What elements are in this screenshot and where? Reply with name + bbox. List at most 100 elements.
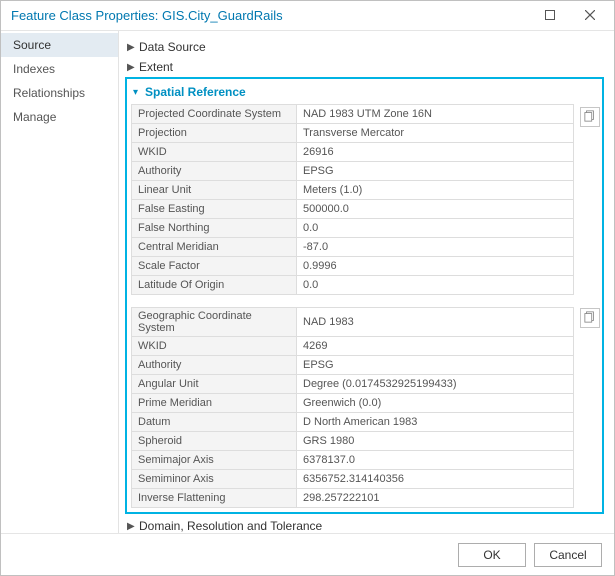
prop-key: Latitude Of Origin	[132, 276, 297, 295]
projected-table: Projected Coordinate SystemNAD 1983 UTM …	[131, 104, 574, 295]
prop-value: NAD 1983	[297, 308, 574, 337]
prop-key: Angular Unit	[132, 375, 297, 394]
prop-key: Inverse Flattening	[132, 489, 297, 508]
prop-key: Datum	[132, 413, 297, 432]
section-spatial-reference[interactable]: ▾ Spatial Reference	[131, 82, 598, 102]
table-row: Prime MeridianGreenwich (0.0)	[132, 394, 574, 413]
copy-projected-button[interactable]	[580, 107, 600, 127]
prop-key: Projected Coordinate System	[132, 105, 297, 124]
titlebar: Feature Class Properties: GIS.City_Guard…	[1, 1, 614, 31]
chevron-right-icon: ▶	[127, 42, 139, 53]
prop-value: 6378137.0	[297, 451, 574, 470]
prop-key: Semimajor Axis	[132, 451, 297, 470]
prop-value: Transverse Mercator	[297, 124, 574, 143]
sidebar-item-source[interactable]: Source	[1, 33, 118, 57]
table-row: Latitude Of Origin0.0	[132, 276, 574, 295]
copy-icon	[584, 110, 596, 125]
sidebar-item-indexes[interactable]: Indexes	[1, 57, 118, 81]
prop-value: NAD 1983 UTM Zone 16N	[297, 105, 574, 124]
table-row: SpheroidGRS 1980	[132, 432, 574, 451]
prop-value: Meters (1.0)	[297, 181, 574, 200]
prop-value: EPSG	[297, 356, 574, 375]
table-row: Central Meridian-87.0	[132, 238, 574, 257]
prop-value: 0.9996	[297, 257, 574, 276]
geographic-table-wrap: Geographic Coordinate SystemNAD 1983WKID…	[131, 307, 598, 508]
table-row: Geographic Coordinate SystemNAD 1983	[132, 308, 574, 337]
section-label: Extent	[139, 60, 173, 74]
table-row: False Easting500000.0	[132, 200, 574, 219]
section-domain[interactable]: ▶ Domain, Resolution and Tolerance	[125, 516, 604, 533]
section-data-source[interactable]: ▶ Data Source	[125, 37, 604, 57]
chevron-right-icon: ▶	[127, 62, 139, 73]
window-title: Feature Class Properties: GIS.City_Guard…	[11, 8, 530, 23]
prop-key: Linear Unit	[132, 181, 297, 200]
table-row: Angular UnitDegree (0.0174532925199433)	[132, 375, 574, 394]
main-area: Source Indexes Relationships Manage ▶ Da…	[1, 31, 614, 533]
prop-key: WKID	[132, 337, 297, 356]
prop-value: Greenwich (0.0)	[297, 394, 574, 413]
sidebar: Source Indexes Relationships Manage	[1, 31, 119, 533]
section-label: Spatial Reference	[145, 85, 246, 99]
prop-value: 500000.0	[297, 200, 574, 219]
section-label: Data Source	[139, 40, 206, 54]
prop-value: 0.0	[297, 219, 574, 238]
prop-value: 26916	[297, 143, 574, 162]
prop-value: EPSG	[297, 162, 574, 181]
maximize-button[interactable]	[530, 2, 570, 30]
sidebar-item-label: Source	[13, 38, 51, 52]
close-button[interactable]	[570, 2, 610, 30]
prop-value: 298.257222101	[297, 489, 574, 508]
table-row: ProjectionTransverse Mercator	[132, 124, 574, 143]
prop-key: Semiminor Axis	[132, 470, 297, 489]
table-row: WKID4269	[132, 337, 574, 356]
sidebar-item-relationships[interactable]: Relationships	[1, 81, 118, 105]
table-row: Linear UnitMeters (1.0)	[132, 181, 574, 200]
chevron-down-icon: ▾	[133, 87, 145, 98]
sidebar-item-label: Relationships	[13, 86, 85, 100]
table-row: Semiminor Axis6356752.314140356	[132, 470, 574, 489]
prop-key: Prime Meridian	[132, 394, 297, 413]
maximize-icon	[545, 8, 555, 23]
table-row: Projected Coordinate SystemNAD 1983 UTM …	[132, 105, 574, 124]
ok-button[interactable]: OK	[458, 543, 526, 567]
prop-key: False Northing	[132, 219, 297, 238]
table-row: Semimajor Axis6378137.0	[132, 451, 574, 470]
prop-key: Authority	[132, 162, 297, 181]
section-extent[interactable]: ▶ Extent	[125, 57, 604, 77]
spatial-reference-highlight: ▾ Spatial Reference Projected Coordinate…	[125, 77, 604, 514]
table-row: AuthorityEPSG	[132, 162, 574, 181]
prop-value: Degree (0.0174532925199433)	[297, 375, 574, 394]
table-row: DatumD North American 1983	[132, 413, 574, 432]
close-icon	[585, 8, 595, 23]
prop-value: -87.0	[297, 238, 574, 257]
sidebar-item-manage[interactable]: Manage	[1, 105, 118, 129]
chevron-right-icon: ▶	[127, 521, 139, 532]
copy-geographic-button[interactable]	[580, 308, 600, 328]
content-panel: ▶ Data Source ▶ Extent ▾ Spatial Referen…	[119, 31, 614, 533]
table-row: AuthorityEPSG	[132, 356, 574, 375]
prop-value: 6356752.314140356	[297, 470, 574, 489]
cancel-button[interactable]: Cancel	[534, 543, 602, 567]
projected-table-wrap: Projected Coordinate SystemNAD 1983 UTM …	[131, 104, 598, 295]
prop-value: 4269	[297, 337, 574, 356]
prop-key: Projection	[132, 124, 297, 143]
geographic-table: Geographic Coordinate SystemNAD 1983WKID…	[131, 307, 574, 508]
sidebar-item-label: Indexes	[13, 62, 55, 76]
sidebar-item-label: Manage	[13, 110, 56, 124]
prop-key: False Easting	[132, 200, 297, 219]
prop-key: Central Meridian	[132, 238, 297, 257]
prop-key: Spheroid	[132, 432, 297, 451]
prop-value: 0.0	[297, 276, 574, 295]
prop-value: D North American 1983	[297, 413, 574, 432]
prop-key: Authority	[132, 356, 297, 375]
table-row: Inverse Flattening298.257222101	[132, 489, 574, 508]
section-label: Domain, Resolution and Tolerance	[139, 519, 322, 533]
prop-key: Scale Factor	[132, 257, 297, 276]
table-row: Scale Factor0.9996	[132, 257, 574, 276]
table-row: False Northing0.0	[132, 219, 574, 238]
footer: OK Cancel	[1, 533, 614, 575]
copy-icon	[584, 311, 596, 326]
prop-key: Geographic Coordinate System	[132, 308, 297, 337]
table-row: WKID26916	[132, 143, 574, 162]
prop-value: GRS 1980	[297, 432, 574, 451]
